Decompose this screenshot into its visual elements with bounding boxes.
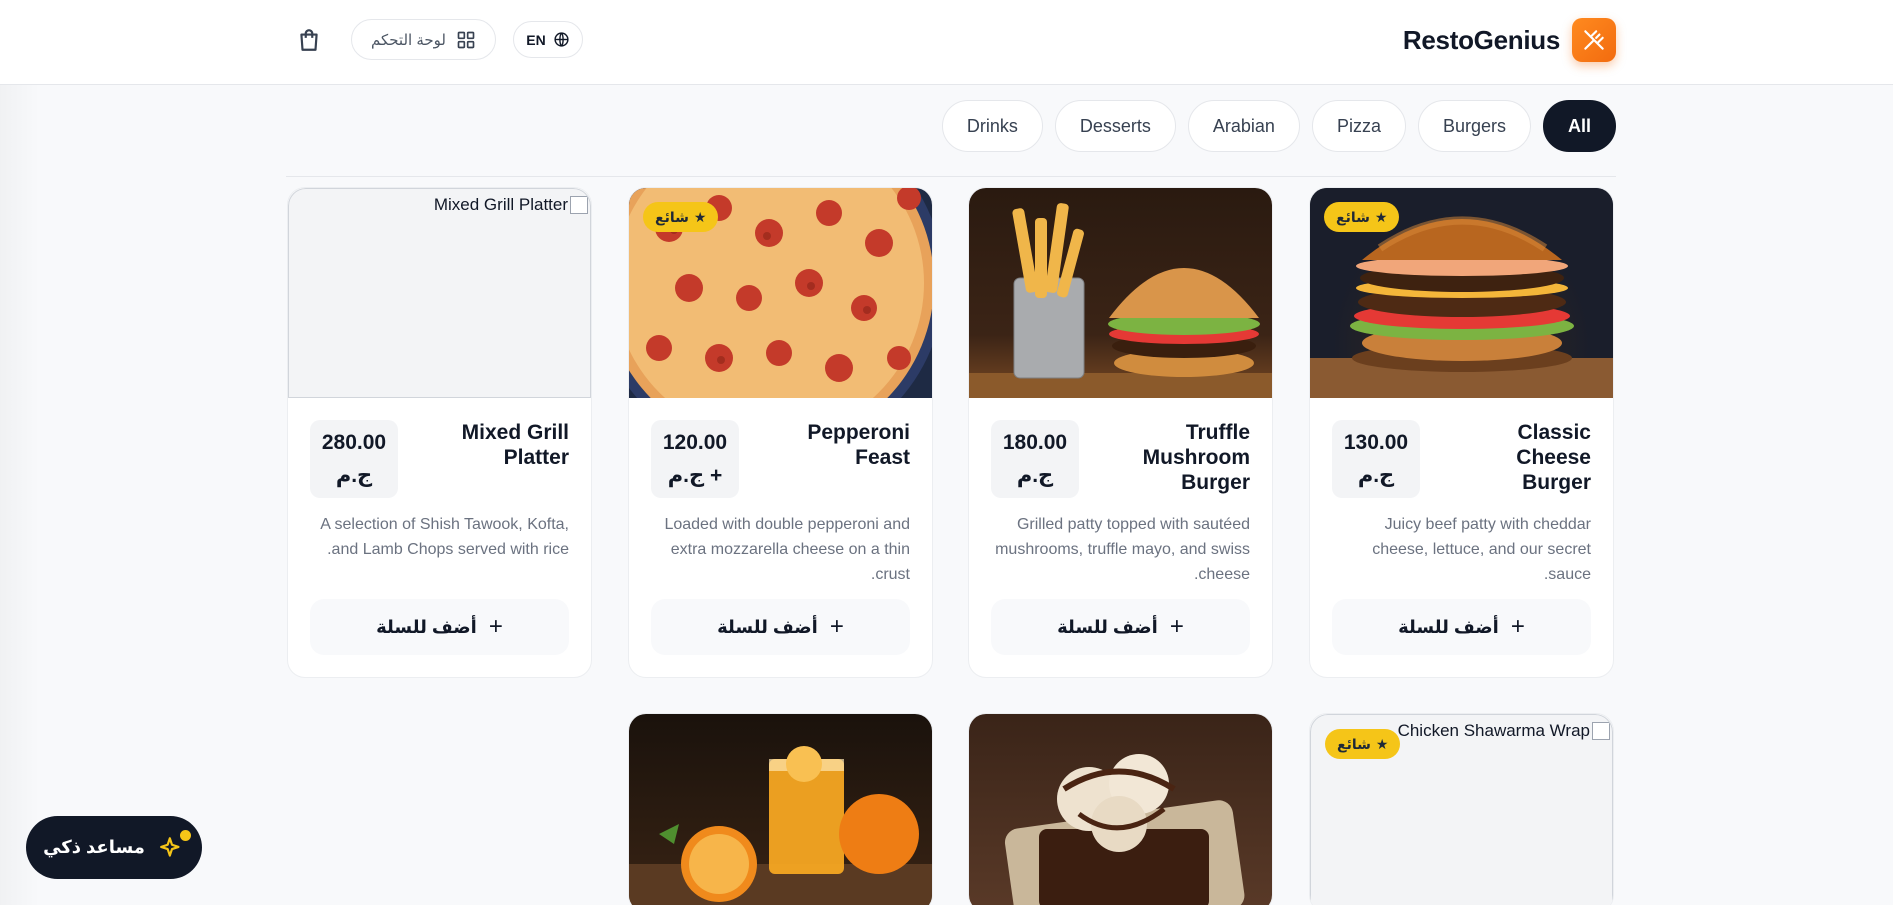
price-suffix: + xyxy=(709,464,723,487)
star-icon: ★ xyxy=(1375,735,1389,752)
language-toggle-button[interactable]: EN xyxy=(513,21,583,58)
filter-pizza[interactable]: Pizza xyxy=(1311,100,1406,152)
price-currency: ج.م xyxy=(1016,464,1054,487)
product-description: Loaded with double pepperoni and extra m… xyxy=(664,516,910,583)
filter-drinks[interactable]: Drinks xyxy=(941,100,1043,152)
popular-badge-label: شائع xyxy=(1337,735,1371,752)
price-currency-row: ج.م + xyxy=(661,459,729,492)
shopping-bag-icon xyxy=(300,29,318,51)
price-currency: ج.م xyxy=(1357,464,1395,487)
price: 280.00 ج.م xyxy=(310,420,398,498)
product-info: 180.00 ج.م Truffle Mushroom Burger Grill… xyxy=(969,398,1272,609)
price-value: 180.00 xyxy=(1002,431,1068,454)
product-image: شائع ★ xyxy=(1310,188,1613,398)
product-image-broken: Chicken Shawarma Wrap شائع ★ xyxy=(1310,714,1613,905)
price-value: 130.00 xyxy=(1343,431,1409,454)
category-filters: All Burgers Pizza Arabian Desserts Drink… xyxy=(941,100,1616,152)
star-icon: ★ xyxy=(1374,208,1388,225)
popular-badge: شائع ★ xyxy=(1324,202,1400,232)
cart-button[interactable] xyxy=(294,25,324,55)
divider xyxy=(286,176,1616,177)
dashboard-label: لوحة التحكم xyxy=(370,31,446,49)
product-card xyxy=(968,713,1273,905)
price: 120.00 ج.م + xyxy=(651,420,739,498)
filter-desserts[interactable]: Desserts xyxy=(1054,100,1176,152)
price-value: 120.00 xyxy=(662,431,728,454)
ai-assistant-button[interactable]: مساعد ذكي xyxy=(26,816,202,879)
product-image xyxy=(969,188,1272,398)
popular-badge-label: شائع xyxy=(655,208,689,225)
price: 130.00 ج.م xyxy=(1332,420,1420,498)
add-to-cart-button[interactable]: + أضف للسلة xyxy=(651,599,910,655)
add-to-cart-button[interactable]: + أضف للسلة xyxy=(310,599,569,655)
product-card: Chicken Shawarma Wrap شائع ★ xyxy=(1309,713,1614,905)
product-image xyxy=(629,714,932,905)
filter-burgers[interactable]: Burgers xyxy=(1417,100,1531,152)
image-alt-text: Chicken Shawarma Wrap xyxy=(1398,721,1610,741)
plus-icon: + xyxy=(1510,613,1525,640)
image-alt-label: Mixed Grill Platter xyxy=(433,195,568,214)
product-card: شائع ★ 130.00 ج.م Classic Cheese Burger … xyxy=(1309,187,1614,678)
popular-badge: شائع ★ xyxy=(1325,729,1401,759)
popular-badge: شائع ★ xyxy=(643,202,719,232)
language-label: EN xyxy=(526,31,546,48)
product-name: Classic Cheese Burger xyxy=(1516,421,1591,494)
product-image xyxy=(969,714,1272,905)
brownie-image xyxy=(1004,754,1245,905)
plus-icon: + xyxy=(1169,613,1184,640)
product-name: Pepperoni Feast xyxy=(807,421,910,469)
product-image: شائع ★ xyxy=(629,188,932,398)
product-name: Truffle Mushroom Burger xyxy=(1142,421,1250,494)
product-card: 180.00 ج.م Truffle Mushroom Burger Grill… xyxy=(968,187,1273,678)
plus-icon: + xyxy=(488,613,503,640)
brand-name: RestoGenius xyxy=(1402,24,1560,55)
product-info: 120.00 ج.م + Pepperoni Feast Loaded with… xyxy=(629,398,932,609)
product-info: 280.00 ج.م Mixed Grill Platter A selecti… xyxy=(288,398,591,584)
assistant-label: مساعد ذكي xyxy=(43,837,145,857)
burger-fries-image xyxy=(969,203,1272,398)
price: 180.00 ج.م xyxy=(991,420,1079,498)
popular-badge-label: شائع xyxy=(1336,208,1370,225)
add-to-cart-label: أضف للسلة xyxy=(376,616,477,637)
plus-icon: + xyxy=(829,613,844,640)
top-header: RestoGenius EN لوحة التحكم xyxy=(0,0,1893,85)
broken-image-icon xyxy=(570,196,588,214)
orange-juice-image xyxy=(629,746,932,905)
globe-icon xyxy=(554,32,569,47)
filter-arabian[interactable]: Arabian xyxy=(1187,100,1300,152)
page-edge-shadow xyxy=(0,0,40,905)
broken-image-icon xyxy=(1592,722,1610,740)
product-name: Mixed Grill Platter xyxy=(461,421,569,469)
product-info: 130.00 ج.م Classic Cheese Burger Juicy b… xyxy=(1310,398,1613,609)
image-alt-text: Mixed Grill Platter xyxy=(434,195,588,215)
product-description: A selection of Shish Tawook, Kofta, and … xyxy=(320,516,569,558)
product-description: Juicy beef patty with cheddar cheese, le… xyxy=(1372,516,1591,583)
image-alt-label: Chicken Shawarma Wrap xyxy=(1397,721,1590,740)
sparkle-icon xyxy=(159,829,191,861)
star-icon: ★ xyxy=(693,208,707,225)
brand[interactable]: RestoGenius xyxy=(1403,18,1616,62)
price-currency: ج.م xyxy=(335,464,373,487)
grid-icon xyxy=(457,31,475,48)
product-card xyxy=(628,713,933,905)
price-currency: ج.م xyxy=(667,464,705,487)
product-card: Mixed Grill Platter 280.00 ج.م Mixed Gri… xyxy=(287,187,592,678)
filter-all[interactable]: All xyxy=(1542,100,1616,152)
add-to-cart-label: أضف للسلة xyxy=(1398,616,1499,637)
price-value: 280.00 xyxy=(321,431,387,454)
add-to-cart-button[interactable]: + أضف للسلة xyxy=(1332,599,1591,655)
add-to-cart-label: أضف للسلة xyxy=(1057,616,1158,637)
add-to-cart-label: أضف للسلة xyxy=(717,616,818,637)
product-image-broken: Mixed Grill Platter xyxy=(288,188,591,398)
dashboard-button[interactable]: لوحة التحكم xyxy=(351,19,496,60)
utensils-logo-icon xyxy=(1572,18,1616,62)
add-to-cart-button[interactable]: + أضف للسلة xyxy=(991,599,1250,655)
product-description: Grilled patty topped with sautéed mushro… xyxy=(995,516,1250,583)
product-card: شائع ★ 120.00 ج.م + Pepperoni Feast Load… xyxy=(628,187,933,678)
